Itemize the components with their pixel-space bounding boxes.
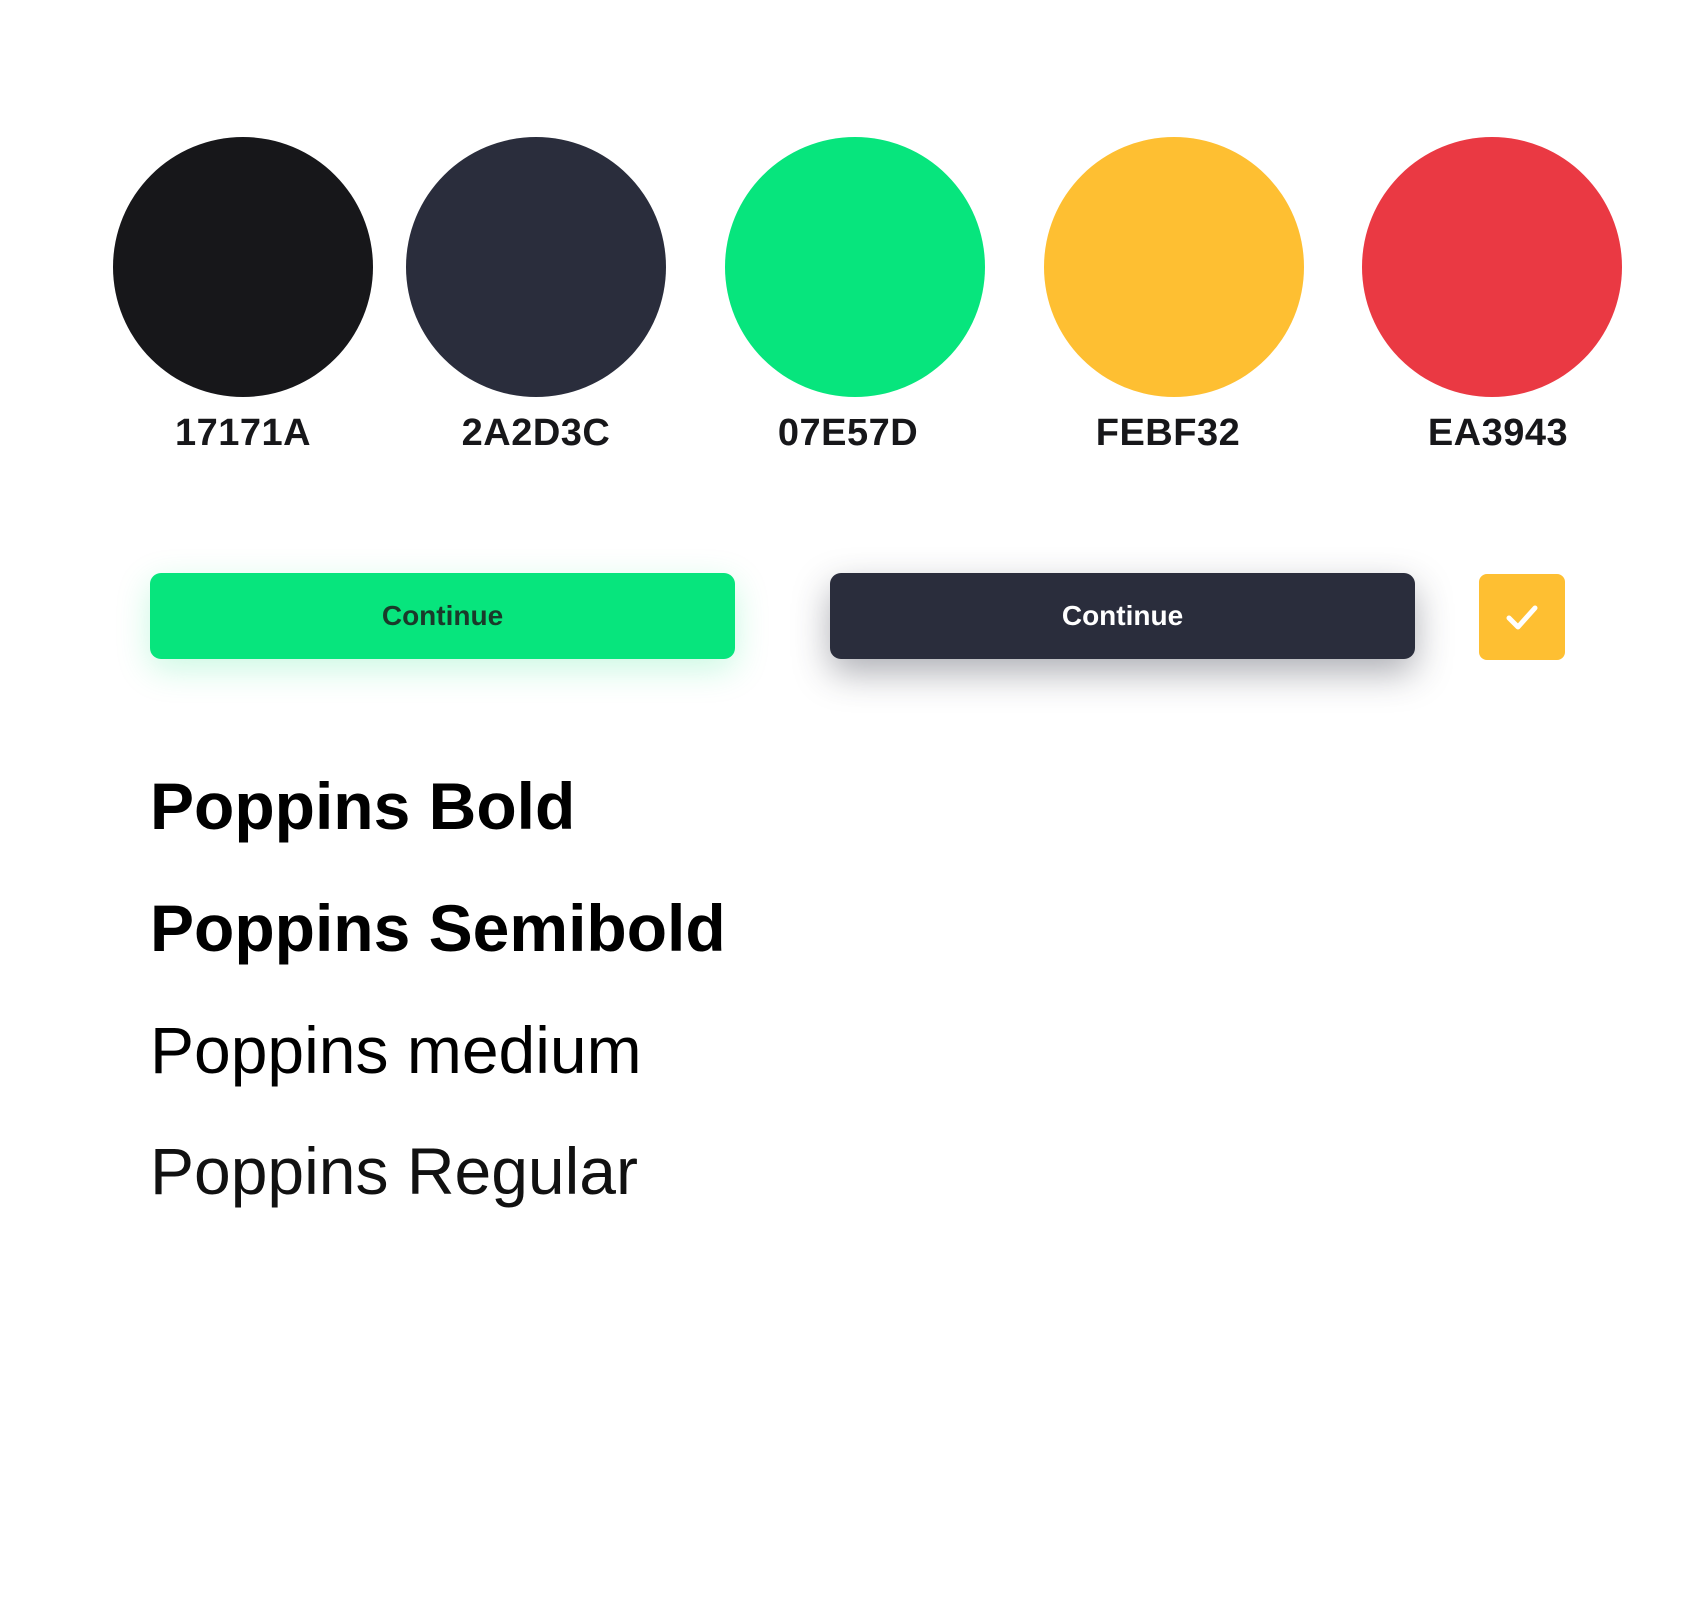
color-swatch-2a2d3c [406,137,666,397]
font-sample-medium: Poppins medium [150,1013,642,1087]
font-sample-bold: Poppins Bold [150,769,576,843]
swatch-label: 2A2D3C [461,412,611,454]
color-swatch-17171a [113,137,373,397]
swatch-label: EA3943 [1427,412,1569,454]
font-sample-semibold: Poppins Semibold [150,891,726,965]
checkbox-checked[interactable] [1479,574,1565,660]
color-swatch-07e57d [725,137,985,397]
font-sample-regular: Poppins Regular [150,1134,638,1208]
swatch-label: FEBF32 [1095,412,1241,454]
color-swatch-febf32 [1044,137,1304,397]
continue-button-secondary[interactable]: Continue [830,573,1415,659]
continue-button-primary[interactable]: Continue [150,573,735,659]
swatch-label: 07E57D [777,412,919,454]
color-swatch-ea3943 [1362,137,1622,397]
swatch-label: 17171A [174,412,312,454]
checkmark-icon [1506,605,1538,630]
